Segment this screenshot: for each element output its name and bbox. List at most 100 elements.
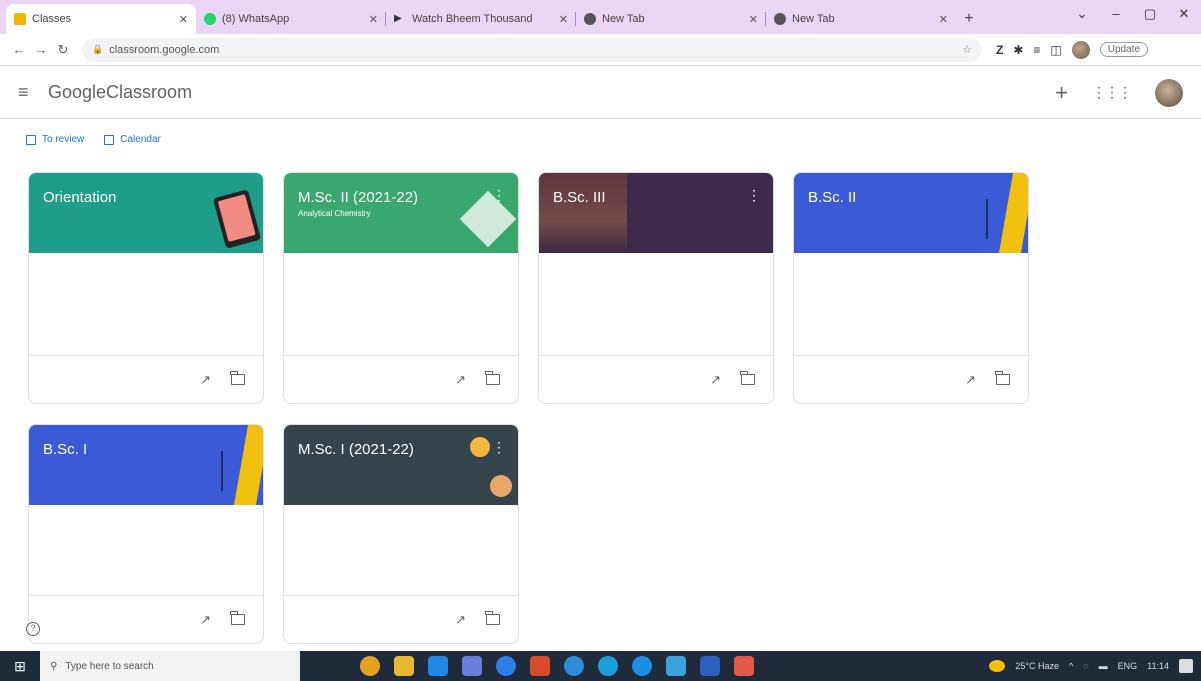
- class-name[interactable]: B.Sc. II: [808, 189, 1014, 206]
- trending-icon[interactable]: ↗: [200, 372, 211, 388]
- folder-icon[interactable]: [995, 371, 1010, 385]
- class-card-bsc-i[interactable]: B.Sc. I ↗: [28, 424, 264, 644]
- brand-product: Classroom: [106, 82, 193, 102]
- class-name[interactable]: B.Sc. I: [43, 441, 249, 458]
- class-card-orientation[interactable]: Orientation ↗: [28, 172, 264, 404]
- folder-icon[interactable]: [230, 371, 245, 385]
- language-indicator[interactable]: ENG: [1118, 661, 1138, 671]
- taskbar-apps: [360, 656, 754, 676]
- more-options-icon[interactable]: ⋮: [747, 187, 761, 204]
- browser-tab-video[interactable]: ▶ Watch Bheem Thousand ✕: [386, 4, 576, 34]
- class-banner[interactable]: M.Sc. I (2021-22) ⋮: [284, 425, 518, 505]
- maximize-icon[interactable]: ▢: [1133, 0, 1167, 30]
- card-footer: ↗: [284, 355, 518, 403]
- windows-start-icon[interactable]: ⊞: [0, 658, 40, 675]
- google-apps-icon[interactable]: ⋮⋮⋮: [1092, 84, 1132, 101]
- class-card-msc-ii[interactable]: M.Sc. II (2021-22) Analytical Chemistry …: [283, 172, 519, 404]
- edge-app-icon[interactable]: [496, 656, 516, 676]
- media-app-icon[interactable]: [564, 656, 584, 676]
- file-explorer-app-icon[interactable]: [394, 656, 414, 676]
- new-tab-button[interactable]: +: [956, 4, 982, 34]
- media-control-icon[interactable]: ≡: [1033, 43, 1040, 57]
- class-name[interactable]: M.Sc. II (2021-22): [298, 189, 504, 206]
- close-window-icon[interactable]: ✕: [1167, 0, 1201, 30]
- trending-icon[interactable]: ↗: [965, 372, 976, 388]
- close-tab-icon[interactable]: ✕: [179, 13, 188, 26]
- trending-icon[interactable]: ↗: [710, 372, 721, 388]
- profile-avatar-icon[interactable]: [1071, 40, 1090, 59]
- folder-icon[interactable]: [230, 611, 245, 625]
- account-avatar[interactable]: [1155, 78, 1183, 107]
- calendar-icon: [104, 134, 115, 145]
- tab-search-icon[interactable]: ⌄: [1065, 0, 1099, 30]
- coin-illustration-icon: [470, 437, 490, 457]
- card-footer: ↗: [539, 355, 773, 403]
- search-icon: ⚲: [50, 660, 58, 672]
- class-banner[interactable]: B.Sc. III ⋮: [539, 173, 773, 253]
- class-banner[interactable]: B.Sc. II: [794, 173, 1028, 253]
- weather-text[interactable]: 25°C Haze: [1015, 661, 1059, 671]
- notification-icon[interactable]: [1179, 659, 1193, 673]
- calendar-link[interactable]: Calendar: [104, 134, 161, 145]
- play-favicon-icon: ▶: [394, 13, 402, 24]
- bookmark-star-icon[interactable]: ☆: [962, 43, 972, 56]
- trending-icon[interactable]: ↗: [455, 612, 466, 628]
- chrome-app-icon[interactable]: [360, 656, 380, 676]
- class-banner[interactable]: M.Sc. II (2021-22) Analytical Chemistry …: [284, 173, 518, 253]
- tray-chevron-icon[interactable]: ^: [1069, 661, 1073, 671]
- side-panel-icon[interactable]: ◫: [1050, 43, 1061, 57]
- more-options-icon[interactable]: ⋮: [492, 439, 506, 456]
- taskbar-search[interactable]: ⚲ Type here to search: [40, 651, 300, 681]
- to-review-link[interactable]: To review: [26, 134, 84, 145]
- reload-icon[interactable]: ↻: [52, 42, 74, 58]
- close-tab-icon[interactable]: ✕: [749, 13, 758, 26]
- class-name[interactable]: B.Sc. III: [553, 189, 759, 206]
- browser-tab-newtab-1[interactable]: New Tab ✕: [576, 4, 766, 34]
- folder-icon[interactable]: [740, 371, 755, 385]
- address-bar[interactable]: 🔒 classroom.google.com ☆: [82, 37, 982, 62]
- to-review-label: To review: [42, 134, 85, 145]
- office-app-icon[interactable]: [530, 656, 550, 676]
- network-icon[interactable]: ◌: [1083, 661, 1088, 671]
- camera-app-icon[interactable]: [632, 656, 652, 676]
- browser-tab-newtab-2[interactable]: New Tab ✕: [766, 4, 956, 34]
- windows-taskbar: ⊞ ⚲ Type here to search 25°C Haze ^ ◌ ▬ …: [0, 651, 1201, 681]
- help-icon[interactable]: ?: [26, 622, 40, 636]
- store-app-icon[interactable]: [666, 656, 686, 676]
- class-banner[interactable]: Orientation: [29, 173, 263, 253]
- forward-arrow-icon[interactable]: →: [30, 42, 52, 57]
- headphones-illustration-icon: [998, 173, 1028, 253]
- minimize-icon[interactable]: –: [1099, 0, 1133, 30]
- browser-tab-classes[interactable]: Classes ✕: [6, 4, 196, 34]
- close-tab-icon[interactable]: ✕: [939, 13, 948, 26]
- trending-icon[interactable]: ↗: [200, 612, 211, 628]
- browser-toolbar: ← → ↻ 🔒 classroom.google.com ☆ Z ✱ ≡ ◫ U…: [0, 34, 1201, 66]
- back-arrow-icon[interactable]: ←: [8, 42, 30, 57]
- class-card-msc-i[interactable]: M.Sc. I (2021-22) ⋮ ↗: [283, 424, 519, 644]
- clock[interactable]: 11:14: [1147, 661, 1169, 671]
- app-logo[interactable]: GoogleClassroom: [48, 82, 192, 103]
- update-button[interactable]: Update: [1099, 42, 1149, 57]
- browser-tab-whatsapp[interactable]: (8) WhatsApp ✕: [196, 4, 386, 34]
- extension-icon[interactable]: ✱: [1013, 43, 1023, 57]
- trending-icon[interactable]: ↗: [455, 372, 466, 388]
- class-banner[interactable]: B.Sc. I: [29, 425, 263, 505]
- class-card-bsc-iii[interactable]: B.Sc. III ⋮ ↗: [538, 172, 774, 404]
- taskbar-search-placeholder: Type here to search: [65, 660, 154, 672]
- headphones-illustration-icon: [233, 425, 263, 505]
- folder-icon[interactable]: [485, 611, 500, 625]
- add-class-icon[interactable]: +: [1055, 80, 1068, 106]
- class-card-bsc-ii[interactable]: B.Sc. II ↗: [793, 172, 1029, 404]
- photos-app-icon[interactable]: [598, 656, 618, 676]
- card-footer: ↗: [794, 355, 1028, 403]
- maps-app-icon[interactable]: [734, 656, 754, 676]
- calculator-app-icon[interactable]: [462, 656, 482, 676]
- battery-icon[interactable]: ▬: [1099, 661, 1108, 671]
- mail-app-icon[interactable]: [428, 656, 448, 676]
- zotero-extension-icon[interactable]: Z: [996, 43, 1003, 57]
- folder-icon[interactable]: [485, 371, 500, 385]
- close-tab-icon[interactable]: ✕: [559, 13, 568, 26]
- hamburger-menu-icon[interactable]: ≡: [18, 82, 42, 103]
- close-tab-icon[interactable]: ✕: [369, 13, 378, 26]
- word-app-icon[interactable]: [700, 656, 720, 676]
